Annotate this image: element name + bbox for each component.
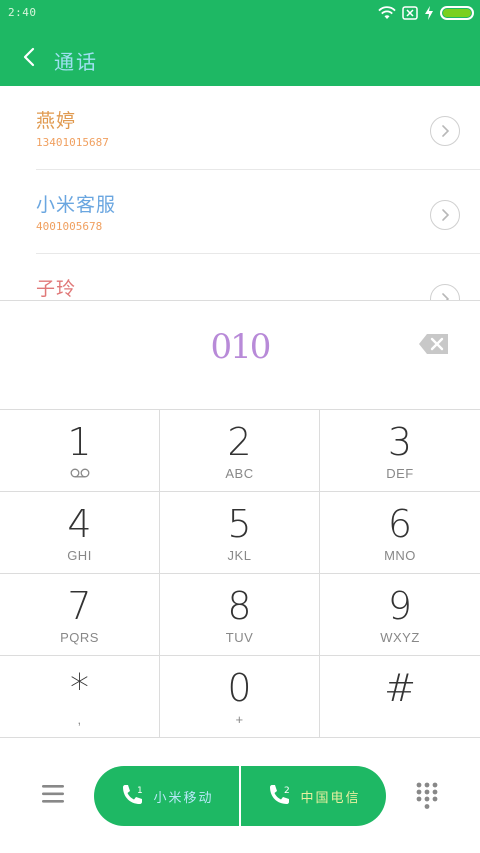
contact-item[interactable]: 小米客服 4001005678 — [36, 170, 480, 254]
call-sim2-label: 中国电信 — [300, 790, 361, 806]
contact-number: 4001005678 — [36, 220, 103, 233]
key-digit: 4 — [67, 502, 92, 546]
key-digit: 9 — [387, 584, 413, 628]
key-letters: DEF — [386, 466, 414, 481]
key-digit: 7 — [67, 584, 92, 628]
chevron-right-icon — [442, 125, 450, 137]
key-digit: 6 — [387, 502, 413, 546]
key-6[interactable]: 6 MNO — [320, 492, 480, 574]
key-1[interactable]: 1 — [0, 410, 160, 492]
dial-keypad: 1 2 ABC 3 DEF 4 GHI 5 JKL 6 MNO 7 PQRS 8… — [0, 409, 480, 738]
key-digit: 5 — [227, 502, 252, 546]
phone-sim1-icon: 1 — [123, 785, 143, 804]
key-letters: PQRS — [60, 630, 99, 645]
key-letters: + — [235, 712, 244, 727]
contact-number: 13401015687 — [36, 136, 109, 149]
key-2[interactable]: 2 ABC — [160, 410, 320, 492]
key-7[interactable]: 7 PQRS — [0, 574, 160, 656]
contact-name: 燕婷 — [36, 110, 77, 132]
key-digit: 0 — [227, 666, 252, 710]
back-button[interactable] — [14, 42, 44, 72]
charging-icon — [425, 6, 433, 20]
key-digit: 3 — [387, 420, 413, 464]
bottom-action-bar: 1 小米移动 2 中国电信 — [0, 738, 480, 853]
title-bar: 通话 — [0, 36, 480, 80]
contact-detail-button[interactable] — [430, 200, 460, 230]
key-letters: TUV — [225, 630, 254, 645]
call-sim2-button[interactable]: 2 中国电信 — [239, 766, 386, 826]
key-letters: GHI — [67, 548, 92, 563]
status-bar: 2:40 — [0, 0, 480, 26]
key-digit: 8 — [227, 584, 252, 628]
contact-item[interactable]: 子玲 — [36, 254, 480, 300]
contact-suggestion-list: 燕婷 13401015687 小米客服 4001005678 子玲 — [0, 86, 480, 300]
battery-icon — [440, 6, 474, 20]
page-title: 通话 — [54, 50, 98, 74]
status-time: 2:40 — [8, 6, 37, 19]
contact-detail-button[interactable] — [430, 116, 460, 146]
status-icons — [378, 4, 474, 22]
chevron-right-icon — [442, 293, 450, 300]
contact-name: 子玲 — [36, 278, 77, 300]
contact-detail-button[interactable] — [430, 284, 460, 300]
contact-item[interactable]: 燕婷 13401015687 — [36, 86, 480, 170]
key-digit: 2 — [227, 420, 252, 464]
key-9[interactable]: 9 WXYZ — [320, 574, 480, 656]
dialed-number-display: 010 — [0, 300, 480, 409]
key-digit: # — [384, 666, 416, 710]
app-header: 2:40 通话 — [0, 0, 480, 86]
call-button-group: 1 小米移动 2 中国电信 — [94, 766, 386, 826]
key-letters: JKL — [227, 548, 252, 563]
voicemail-icon — [70, 468, 90, 478]
key-star[interactable]: * , — [0, 656, 160, 738]
key-5[interactable]: 5 JKL — [160, 492, 320, 574]
key-0[interactable]: 0 + — [160, 656, 320, 738]
dialpad-icon[interactable] — [416, 782, 438, 810]
chevron-right-icon — [442, 209, 450, 221]
chevron-left-icon — [23, 47, 35, 67]
key-hash[interactable]: # — [320, 656, 480, 738]
call-sim1-label: 小米移动 — [153, 790, 214, 806]
sim-number: 1 — [137, 786, 143, 796]
contact-name: 小米客服 — [36, 194, 117, 216]
backspace-icon[interactable] — [418, 333, 450, 355]
key-letters: WXYZ — [380, 630, 420, 645]
call-sim1-button[interactable]: 1 小米移动 — [94, 766, 239, 826]
key-digit: 1 — [67, 420, 92, 464]
phone-sim2-icon: 2 — [270, 785, 290, 804]
dialed-number[interactable]: 010 — [0, 327, 480, 367]
key-8[interactable]: 8 TUV — [160, 574, 320, 656]
key-letters: , — [77, 712, 82, 727]
key-3[interactable]: 3 DEF — [320, 410, 480, 492]
menu-icon[interactable] — [40, 782, 66, 806]
key-letters: MNO — [384, 548, 416, 563]
sim-off-icon — [402, 6, 418, 20]
key-4[interactable]: 4 GHI — [0, 492, 160, 574]
wifi-icon — [378, 6, 396, 19]
sim-number: 2 — [284, 786, 290, 796]
key-letters: ABC — [225, 466, 254, 481]
key-digit: * — [70, 666, 89, 710]
